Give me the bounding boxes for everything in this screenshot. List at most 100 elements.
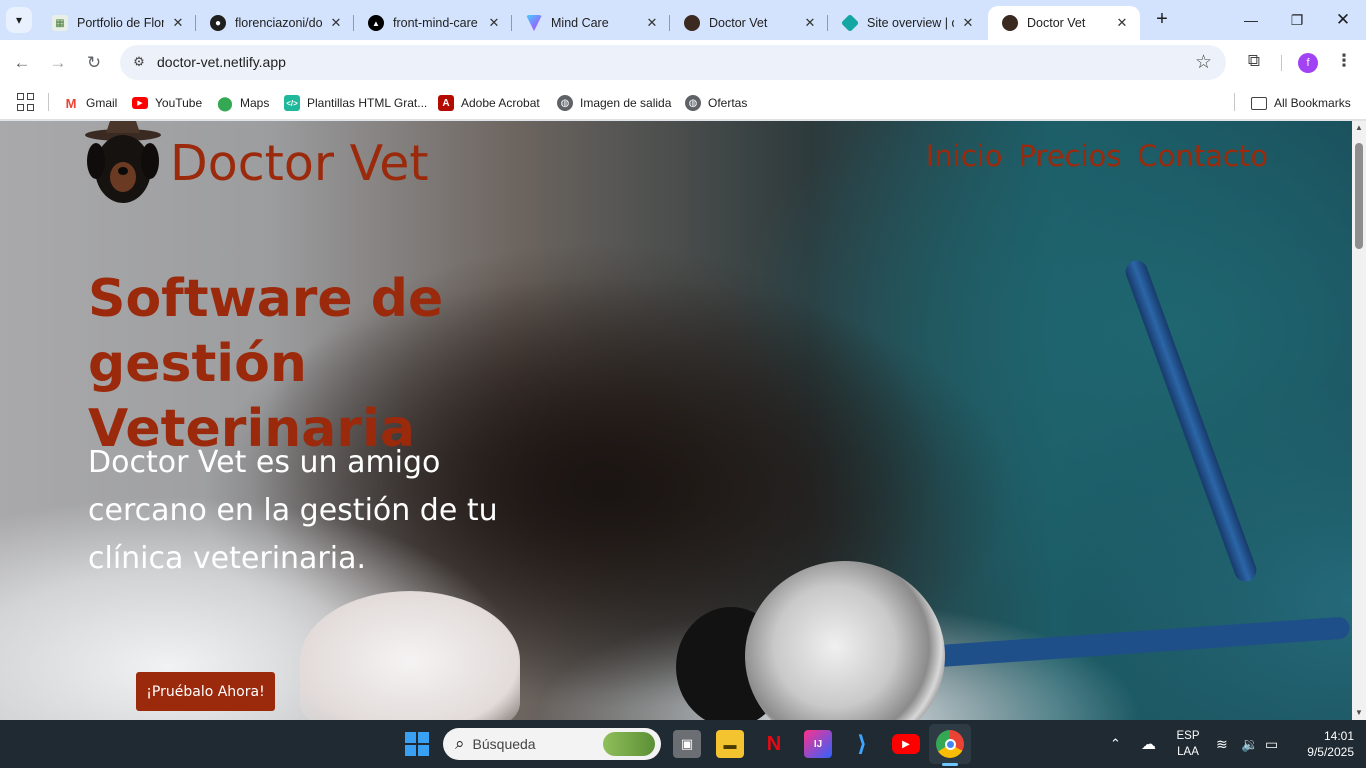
tab-doctor-vet[interactable]: Doctor Vet ✕ [670, 6, 828, 40]
chrome-icon[interactable] [936, 730, 964, 766]
volume-icon[interactable]: 🔉 [1241, 720, 1258, 768]
bookmarks-divider [1234, 93, 1235, 111]
portfolio-favicon-icon: ▦ [52, 15, 68, 31]
battery-icon[interactable]: ▭ [1265, 720, 1278, 768]
more-menu-icon[interactable]: ⋮ [1334, 51, 1354, 73]
taskbar-search[interactable]: ⌕ Búsqueda [443, 728, 661, 760]
netlify-icon [840, 13, 860, 33]
tab-site-overview[interactable]: Site overview | d ✕ [828, 6, 986, 40]
url-text[interactable]: doctor-vet.netlify.app [157, 54, 286, 70]
restore-icon[interactable]: ❐ [1274, 0, 1320, 40]
close-icon[interactable]: ✕ [170, 15, 186, 31]
tab-title: Portfolio de Flor [77, 16, 164, 30]
tab-portfolio[interactable]: ▦ Portfolio de Flor ✕ [38, 6, 196, 40]
vscode-icon[interactable]: ⟩ [848, 730, 876, 758]
forward-icon[interactable]: → [44, 49, 72, 77]
file-explorer-icon[interactable]: ▬ [716, 730, 744, 758]
hero-headline: Software de gestión Veterinaria [88, 269, 444, 459]
nav-contacto[interactable]: Contacto [1137, 139, 1268, 173]
tab-title: front-mind-care [393, 16, 478, 30]
search-highlight-icon [603, 732, 655, 756]
address-bar[interactable]: ⚙ doctor-vet.netlify.app ☆ [120, 45, 1226, 80]
bookmark-label: Plantillas HTML Grat... [307, 96, 428, 110]
scroll-up-icon[interactable]: ▲ [1352, 121, 1366, 135]
tab-title: Mind Care [551, 16, 609, 30]
apps-grid-icon[interactable] [17, 93, 35, 111]
bookmark-label: YouTube [155, 96, 203, 110]
minimize-icon[interactable]: — [1228, 0, 1274, 40]
extensions-icon[interactable]: ⧉ [1243, 51, 1265, 73]
acrobat-icon: A [438, 95, 454, 111]
tab-front-mind-care[interactable]: ▲ front-mind-care ✕ [354, 6, 512, 40]
youtube-app-icon[interactable]: ▶ [892, 734, 920, 754]
nav-precios[interactable]: Precios [1018, 139, 1121, 173]
youtube-icon: ▶ [132, 97, 148, 109]
code-icon: </> [284, 95, 300, 111]
language-indicator[interactable]: ESP LAA [1176, 728, 1200, 760]
tab-title: Site overview | d [867, 16, 954, 30]
maps-icon: ⬤ [217, 94, 233, 111]
close-icon[interactable]: ✕ [328, 15, 344, 31]
wifi-icon[interactable]: ≋ [1216, 720, 1228, 768]
language-code: ESP [1176, 730, 1200, 742]
tab-doctor-vet-active[interactable]: Doctor Vet ✕ [988, 6, 1140, 40]
windows-taskbar: ⌕ Búsqueda ▣ ▬ N IJ ⟩ ▶ ⌃ ☁ ESP LAA ≋ 🔉 … [0, 720, 1366, 768]
all-bookmarks-button[interactable]: All Bookmarks [1251, 92, 1351, 114]
bookmark-acrobat[interactable]: A Adobe Acrobat [438, 92, 540, 114]
globe-icon: ◍ [557, 95, 573, 111]
bookmark-imagen-salida[interactable]: ◍ Imagen de salida [557, 92, 671, 114]
close-icon[interactable]: ✕ [644, 15, 660, 31]
page-scrollbar[interactable]: ▲ ▼ [1352, 121, 1366, 720]
intellij-icon[interactable]: IJ [804, 730, 832, 758]
bookmark-label: Maps [240, 96, 270, 110]
try-now-button[interactable]: ¡Pruébalo Ahora! [136, 672, 275, 711]
hero-background-stethoscope-tube [929, 616, 1351, 668]
vite-icon [526, 15, 542, 31]
scroll-down-icon[interactable]: ▼ [1352, 706, 1366, 720]
taskbar-search-placeholder: Búsqueda [472, 736, 536, 752]
bookmark-label: Imagen de salida [580, 96, 672, 110]
scrollbar-thumb[interactable] [1355, 143, 1363, 249]
tab-search-button[interactable]: ▾ [6, 7, 32, 33]
tab-title: florenciazoni/do [235, 16, 322, 30]
close-window-icon[interactable]: ✕ [1320, 0, 1366, 40]
brand-name[interactable]: Doctor Vet [170, 135, 429, 192]
bookmark-star-icon[interactable]: ☆ [1195, 51, 1212, 74]
close-icon[interactable]: ✕ [1114, 15, 1130, 31]
dog-logo-icon [85, 121, 161, 203]
main-nav: Inicio Precios Contacto [926, 139, 1268, 173]
search-icon: ⌕ [455, 734, 465, 753]
back-icon[interactable]: ← [8, 49, 36, 77]
site-info-icon[interactable]: ⚙ [130, 53, 148, 71]
bookmark-plantillas[interactable]: </> Plantillas HTML Grat... [284, 92, 427, 114]
doctor-vet-favicon-icon [684, 15, 700, 31]
github-icon: ● [210, 15, 226, 31]
reload-icon[interactable]: ↻ [80, 49, 108, 77]
close-icon[interactable]: ✕ [486, 15, 502, 31]
hero-background-puppy-paw [300, 591, 520, 720]
vercel-icon: ▲ [368, 15, 384, 31]
profile-avatar[interactable]: f [1298, 53, 1318, 73]
keyboard-layout: LAA [1177, 746, 1199, 758]
all-bookmarks-label: All Bookmarks [1274, 96, 1351, 110]
task-view-icon[interactable]: ▣ [673, 730, 701, 758]
nav-inicio[interactable]: Inicio [926, 139, 1003, 173]
tray-overflow-icon[interactable]: ⌃ [1110, 720, 1121, 768]
close-icon[interactable]: ✕ [960, 15, 976, 31]
clock-time: 14:01 [1323, 729, 1354, 743]
netflix-icon[interactable]: N [760, 730, 788, 758]
bookmark-youtube[interactable]: ▶ YouTube [132, 92, 202, 114]
close-icon[interactable]: ✕ [802, 15, 818, 31]
hero-subtitle: Doctor Vet es un amigo cercano en la ges… [88, 445, 498, 576]
tab-github[interactable]: ● florenciazoni/do ✕ [196, 6, 354, 40]
windows-start-icon[interactable] [405, 732, 429, 756]
doctor-vet-favicon-icon [1002, 15, 1018, 31]
new-tab-button[interactable]: + [1150, 8, 1174, 32]
bookmark-gmail[interactable]: M Gmail [63, 92, 117, 114]
bookmark-ofertas[interactable]: ◍ Ofertas [685, 92, 747, 114]
taskbar-clock[interactable]: 14:01 9/5/2025 [1294, 728, 1354, 760]
bookmarks-divider [48, 93, 49, 111]
onedrive-icon[interactable]: ☁ [1141, 720, 1156, 768]
tab-mind-care[interactable]: Mind Care ✕ [512, 6, 670, 40]
bookmark-maps[interactable]: ⬤ Maps [217, 92, 269, 114]
